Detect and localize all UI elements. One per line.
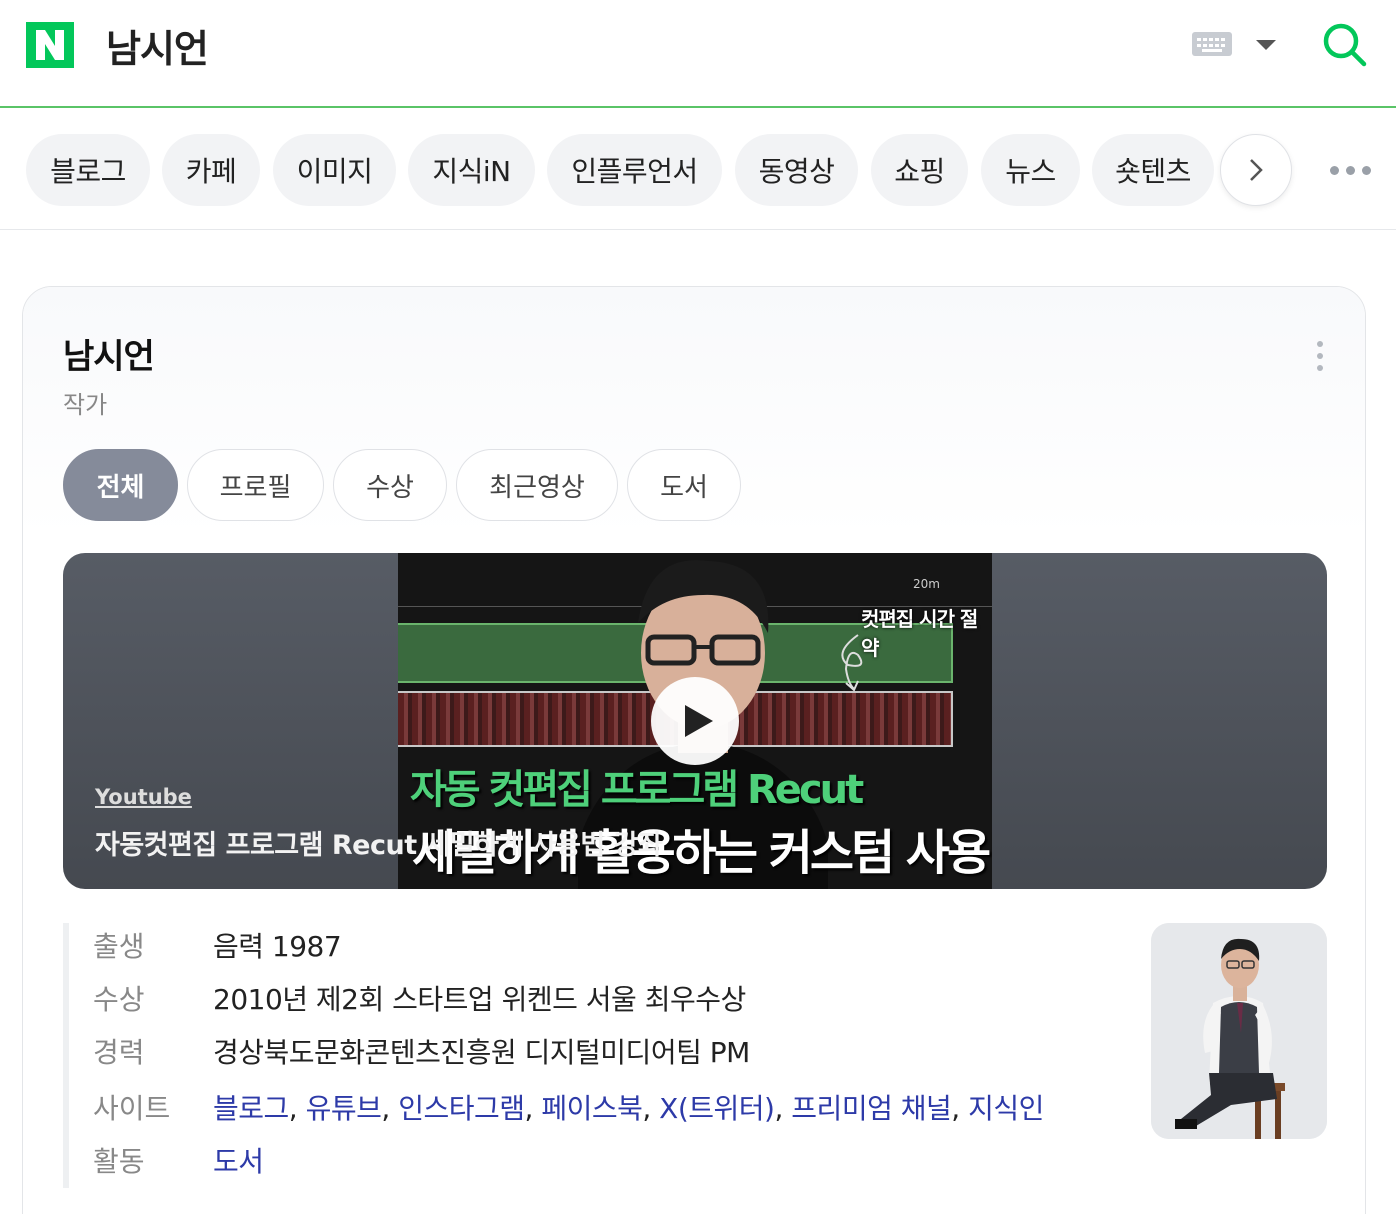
- chevron-right-icon: [1250, 159, 1263, 181]
- tab-video[interactable]: 동영상: [735, 134, 858, 206]
- subtab-books[interactable]: 도서: [627, 449, 741, 521]
- subtab-all[interactable]: 전체: [63, 449, 178, 521]
- info-value: 경상북도문화콘텐츠진흥원 디지털미디어팀 PM: [213, 1036, 750, 1069]
- link-separator: ,: [774, 1092, 792, 1125]
- tab-shortents[interactable]: 숏텐츠: [1092, 134, 1214, 206]
- chevron-down-icon[interactable]: [1256, 40, 1276, 50]
- featured-video[interactable]: 20m 컷편집 시간 절약 자동 컷편집 프로그램 Recut 세밀하게 활용하…: [63, 553, 1327, 889]
- thumbnail-timestamp: 20m: [913, 577, 940, 591]
- link-separator: ,: [524, 1092, 542, 1125]
- profile-card: 남시언 작가 전체 프로필 수상 최근영상 도서 20m 컷편집 시간 절약 자…: [22, 286, 1366, 1214]
- info-row-award: 수상 2010년 제2회 스타트업 위켄드 서울 최우수상: [93, 976, 1123, 1029]
- info-label: 출생: [93, 930, 145, 963]
- link-separator: ,: [288, 1092, 306, 1125]
- site-link-blog[interactable]: 블로그: [213, 1092, 289, 1125]
- profile-role: 작가: [63, 391, 108, 419]
- tab-blog[interactable]: 블로그: [26, 134, 150, 206]
- info-row-birth: 출생 음력 1987: [93, 923, 1123, 976]
- info-row-sites: 사이트 활동 블로그, 유튜브, 인스타그램, 페이스북, X(트위터), 프리…: [93, 1082, 1123, 1188]
- thumbnail-arrow: [841, 634, 863, 692]
- video-source-link[interactable]: Youtube: [95, 785, 192, 809]
- search-tab-bar: 블로그 카페 이미지 지식iN 인플루언서 동영상 쇼핑 뉴스 숏텐츠: [0, 110, 1396, 230]
- thumbnail-headline-1: 자동 컷편집 프로그램 Recut: [410, 767, 864, 813]
- tab-influencer[interactable]: 인플루언서: [547, 134, 722, 206]
- card-menu-icon[interactable]: [1313, 341, 1327, 371]
- info-label: 수상: [93, 983, 145, 1016]
- subtab-awards[interactable]: 수상: [333, 449, 447, 521]
- profile-photo[interactable]: [1151, 923, 1327, 1139]
- info-value: 2010년 제2회 스타트업 위켄드 서울 최우수상: [213, 983, 746, 1016]
- keyboard-icon[interactable]: [1192, 32, 1232, 56]
- tabs-next-button[interactable]: [1220, 134, 1292, 206]
- tab-news[interactable]: 뉴스: [981, 134, 1080, 206]
- site-link-premium-channel[interactable]: 프리미엄 채널: [791, 1092, 951, 1125]
- tab-kin[interactable]: 지식iN: [408, 134, 535, 206]
- link-separator: ,: [642, 1092, 660, 1125]
- search-header: 남시언: [0, 0, 1396, 108]
- tab-shopping[interactable]: 쇼핑: [871, 134, 968, 206]
- link-separator: ,: [381, 1092, 399, 1125]
- thumbnail-callout: 컷편집 시간 절약: [861, 607, 978, 660]
- profile-info-list: 출생 음력 1987 수상 2010년 제2회 스타트업 위켄드 서울 최우수상…: [63, 923, 1123, 1188]
- site-link-books[interactable]: 도서: [213, 1145, 264, 1178]
- site-link-facebook[interactable]: 페이스북: [541, 1092, 643, 1125]
- info-label: 경력: [93, 1036, 145, 1069]
- info-row-career: 경력 경상북도문화콘텐츠진흥원 디지털미디어팀 PM: [93, 1029, 1123, 1082]
- search-query-text[interactable]: 남시언: [106, 18, 209, 73]
- site-link-youtube[interactable]: 유튜브: [306, 1092, 382, 1125]
- more-options-icon[interactable]: [1330, 166, 1372, 176]
- tab-cafe[interactable]: 카페: [162, 134, 260, 206]
- info-label: 사이트: [93, 1092, 171, 1125]
- tab-image[interactable]: 이미지: [273, 134, 396, 206]
- site-link-kin[interactable]: 지식인: [968, 1092, 1044, 1125]
- subtab-profile[interactable]: 프로필: [187, 449, 324, 521]
- search-icon[interactable]: [1320, 20, 1368, 68]
- link-separator: ,: [951, 1092, 969, 1125]
- profile-name[interactable]: 남시언: [63, 329, 155, 378]
- info-label-stack: 사이트 활동: [93, 1082, 213, 1188]
- site-links: 블로그, 유튜브, 인스타그램, 페이스북, X(트위터), 프리미엄 채널, …: [213, 1082, 1123, 1188]
- subtab-recent-videos[interactable]: 최근영상: [456, 449, 618, 521]
- info-label: 활동: [93, 1145, 145, 1178]
- site-link-instagram[interactable]: 인스타그램: [398, 1092, 525, 1125]
- play-icon[interactable]: [651, 677, 739, 765]
- naver-logo[interactable]: [26, 22, 74, 68]
- video-title[interactable]: 자동컷편집 프로그램 Recut 세밀하게 사용법 강좌: [95, 823, 663, 862]
- site-link-x[interactable]: X(트위터): [659, 1092, 775, 1125]
- info-value: 음력 1987: [213, 930, 342, 963]
